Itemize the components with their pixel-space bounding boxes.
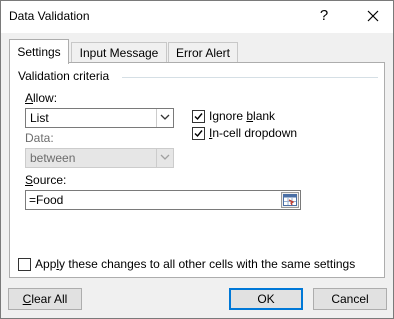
collapse-dialog-button[interactable] bbox=[281, 192, 299, 208]
tab-settings[interactable]: Settings bbox=[9, 39, 69, 64]
allow-dropdown-arrow[interactable] bbox=[156, 109, 173, 127]
group-divider bbox=[122, 77, 378, 78]
dialog-title: Data Validation bbox=[9, 9, 90, 23]
data-label: Data: bbox=[25, 131, 54, 145]
title-bar[interactable]: Data Validation ? bbox=[1, 1, 393, 33]
source-label: Source: bbox=[25, 173, 67, 187]
tab-input-message[interactable]: Input Message bbox=[71, 42, 167, 63]
allow-dropdown[interactable]: List bbox=[25, 108, 174, 128]
checkmark-icon bbox=[194, 113, 203, 121]
in-cell-dropdown-label: In-cell dropdown bbox=[209, 126, 298, 140]
settings-panel: Validation criteria Allow: List Ignore b… bbox=[9, 62, 385, 278]
apply-to-all-checkbox[interactable] bbox=[18, 258, 31, 271]
cancel-button[interactable]: Cancel bbox=[313, 288, 387, 310]
ok-button[interactable]: OK bbox=[229, 288, 303, 310]
help-button[interactable]: ? bbox=[313, 5, 335, 27]
ignore-blank-label: Ignore blank bbox=[209, 109, 276, 123]
range-select-icon bbox=[283, 194, 297, 206]
data-validation-dialog: Data Validation ? Settings Input Message… bbox=[0, 0, 394, 319]
allow-label: Allow: bbox=[25, 91, 58, 105]
data-dropdown-arrow[interactable] bbox=[156, 149, 173, 167]
data-selected-value: between bbox=[30, 151, 76, 165]
data-dropdown[interactable]: between bbox=[25, 148, 174, 168]
clear-all-button[interactable]: Clear All bbox=[8, 288, 82, 310]
in-cell-dropdown-checkbox[interactable] bbox=[192, 127, 205, 140]
ignore-blank-checkbox[interactable] bbox=[192, 110, 205, 123]
apply-to-all-label: Apply these changes to all other cells w… bbox=[35, 257, 356, 271]
allow-selected-value: List bbox=[30, 111, 49, 125]
close-icon bbox=[367, 10, 379, 22]
validation-criteria-heading: Validation criteria bbox=[18, 69, 114, 83]
close-button[interactable] bbox=[361, 5, 385, 27]
chevron-down-icon bbox=[160, 114, 170, 120]
checkmark-icon bbox=[194, 130, 203, 138]
tab-error-alert[interactable]: Error Alert bbox=[168, 42, 238, 63]
source-input[interactable]: =Food bbox=[25, 190, 301, 210]
source-value: =Food bbox=[29, 193, 64, 207]
chevron-down-icon bbox=[160, 154, 170, 160]
